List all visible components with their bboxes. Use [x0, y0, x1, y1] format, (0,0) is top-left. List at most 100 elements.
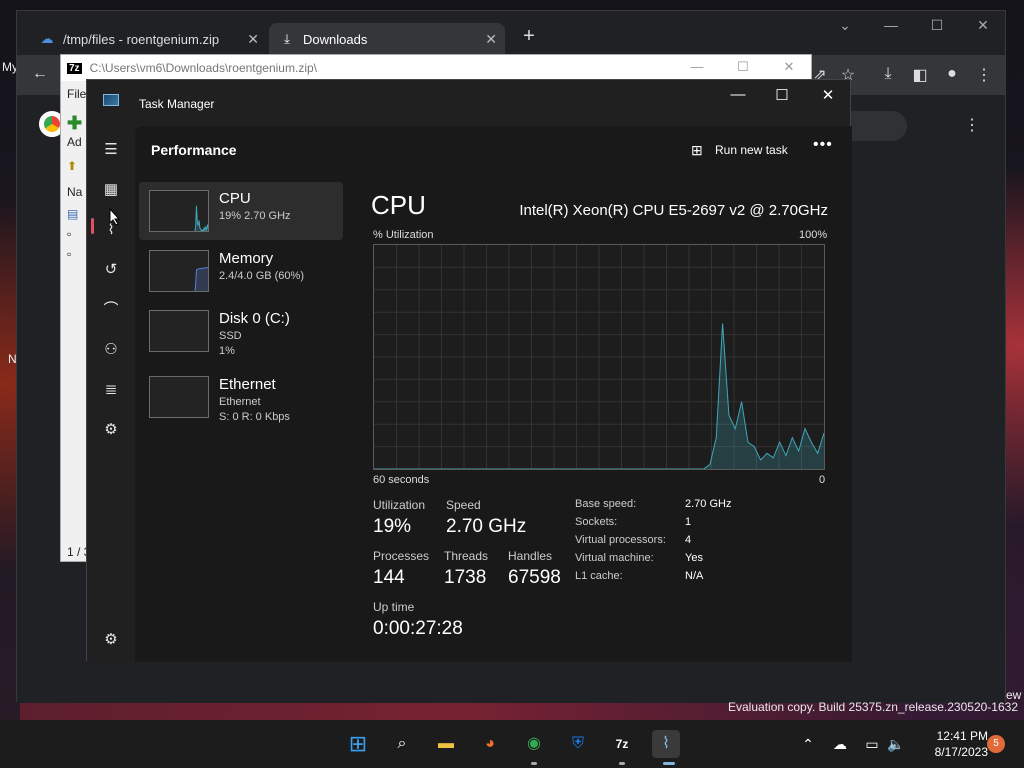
defender-shield-icon[interactable]: ⛨ — [564, 730, 592, 758]
window-title: Task Manager — [139, 97, 215, 111]
running-indicator — [619, 762, 625, 765]
resource-name: Ethernet — [219, 376, 276, 393]
volume-icon[interactable]: 🔈 — [886, 736, 906, 753]
minimize-button[interactable]: — — [723, 86, 753, 103]
nav-selected-indicator — [91, 218, 94, 234]
ethernet-thumbnail-graph — [149, 376, 209, 418]
resource-cpu[interactable]: CPU 19% 2.70 GHz — [139, 182, 343, 240]
settings-gear-icon[interactable]: ⚙ — [99, 628, 123, 652]
detail-key: Virtual processors: — [575, 534, 666, 546]
processes-label: Processes — [373, 549, 430, 563]
speed-value: 2.70 GHz — [446, 516, 527, 537]
close-tab-icon[interactable]: ✕ — [247, 31, 259, 48]
hamburger-menu-icon[interactable]: ☰ — [99, 138, 123, 162]
graph-title: % Utilization — [373, 229, 434, 241]
cpu-heading: CPU — [371, 190, 426, 220]
file-icon[interactable]: ▫ — [67, 227, 71, 241]
speed-label: Speed — [446, 498, 481, 512]
archive-path: C:\Users\vm6\Downloads\roentgenium.zip\ — [89, 61, 317, 75]
details-list-icon[interactable]: ≣ — [99, 378, 123, 402]
resource-detail: 2.4/4.0 GB (60%) — [219, 270, 304, 282]
more-options-icon[interactable]: ••• — [813, 136, 833, 154]
7zip-icon[interactable]: 7z — [608, 730, 636, 758]
add-label[interactable]: Ad — [67, 135, 82, 149]
add-icon[interactable]: ✚ — [67, 113, 82, 134]
start-windows-icon[interactable]: ⊞ — [344, 730, 372, 758]
profile-icon[interactable]: ● — [941, 65, 963, 83]
close-tab-icon[interactable]: ✕ — [485, 31, 497, 48]
resource-ethernet[interactable]: Ethernet Ethernet S: 0 R: 0 Kbps — [139, 368, 343, 426]
services-icon[interactable]: ⚙ — [99, 418, 123, 442]
maximize-button[interactable]: ☐ — [925, 17, 949, 34]
evaluation-watermark: Evaluation copy. Build 25375.zn_release.… — [728, 700, 1018, 714]
resource-detail: Ethernet — [219, 396, 261, 408]
threads-label: Threads — [444, 549, 489, 563]
kebab-menu-icon[interactable]: ⋮ — [973, 65, 995, 85]
chevron-up-icon[interactable]: ⌃ — [798, 736, 818, 753]
performance-pane: Performance ⊞ Run new task ••• CPU 19% 2… — [135, 126, 852, 662]
detail-key: L1 cache: — [575, 570, 623, 582]
active-indicator — [663, 762, 675, 765]
graph-timespan: 60 seconds — [373, 474, 430, 486]
resource-disk[interactable]: Disk 0 (C:) SSD 1% — [139, 302, 343, 360]
resource-memory[interactable]: Memory 2.4/4.0 GB (60%) — [139, 242, 343, 300]
menu-file[interactable]: File — [67, 87, 86, 101]
file-explorer-icon[interactable]: ▬ — [432, 730, 460, 758]
resource-name: Memory — [219, 250, 274, 267]
folder-up-icon[interactable]: ⬆ — [67, 159, 77, 173]
network-icon[interactable]: ▭ — [862, 736, 882, 753]
back-arrow-icon[interactable]: ← — [29, 65, 51, 83]
detail-value: 4 — [685, 534, 692, 546]
close-button[interactable]: ✕ — [777, 59, 801, 75]
disk-thumbnail-graph — [149, 310, 209, 352]
resource-name: Disk 0 (C:) — [219, 310, 290, 327]
column-header-name[interactable]: Na — [67, 185, 82, 199]
notification-badge[interactable]: 5 — [987, 735, 1005, 753]
resource-detail: SSD — [219, 330, 242, 342]
resource-name: CPU — [219, 190, 251, 207]
close-button[interactable]: ✕ — [971, 17, 995, 34]
firefox-icon[interactable]: ◕ — [476, 730, 504, 758]
browser-tab-files[interactable]: ☁ /tmp/files - roentgenium.zip ✕ — [29, 23, 267, 55]
taskbar: ⊞ ⌕ ▬ ◕ ◉ ⛨ 7z ⌇ ⌃ ☁ ▭ 🔈 12:41 PM 8/17/2… — [0, 720, 1024, 768]
detail-value: N/A — [685, 570, 704, 582]
onedrive-icon[interactable]: ☁ — [830, 736, 850, 753]
cloud-icon: ☁ — [40, 31, 54, 46]
maximize-button[interactable]: ☐ — [767, 86, 797, 104]
run-task-icon: ⊞ — [691, 141, 703, 158]
graph-max: 100% — [799, 229, 828, 241]
new-tab-button[interactable]: + — [517, 25, 541, 48]
kebab-menu-icon[interactable]: ⋮ — [961, 115, 983, 135]
minimize-button[interactable]: — — [879, 17, 903, 33]
mouse-cursor-icon — [109, 207, 121, 226]
chevron-down-icon[interactable]: ⌄ — [833, 17, 857, 34]
resource-detail: 1% — [219, 345, 235, 357]
app-history-icon[interactable]: ↺ — [99, 258, 123, 282]
download-icon[interactable]: ⤓ — [877, 65, 899, 83]
task-manager-icon[interactable]: ⌇ — [652, 730, 680, 758]
run-new-task-label: Run new task — [715, 143, 788, 157]
page-title: Performance — [151, 142, 237, 158]
minimize-button[interactable]: — — [685, 59, 709, 74]
7zip-logo-icon: 7z — [67, 62, 82, 74]
processes-icon[interactable]: ▦ — [99, 178, 123, 202]
file-icon[interactable]: ▫ — [67, 247, 71, 261]
cpu-utilization-graph — [373, 244, 825, 470]
run-new-task-button[interactable]: ⊞ Run new task — [691, 138, 788, 162]
processes-value: 144 — [373, 567, 405, 588]
clock-date: 8/17/2023 — [934, 745, 988, 759]
detail-key: Virtual machine: — [575, 552, 654, 564]
startup-apps-icon[interactable]: ⌒ — [99, 298, 123, 322]
chrome-icon[interactable]: ◉ — [520, 730, 548, 758]
search-icon[interactable]: ⌕ — [388, 730, 416, 758]
file-icon[interactable]: ▤ — [67, 207, 78, 221]
close-button[interactable]: ✕ — [813, 86, 843, 104]
task-manager-app-icon — [103, 94, 119, 106]
browser-tab-downloads[interactable]: ⤓ Downloads ✕ — [269, 23, 505, 55]
clock[interactable]: 12:41 PM 8/17/2023 — [916, 728, 988, 760]
sidebar-icon[interactable]: ◧ — [909, 65, 931, 85]
users-icon[interactable]: ⚇ — [99, 338, 123, 362]
memory-thumbnail-svg — [194, 267, 208, 291]
handles-value: 67598 — [508, 567, 561, 588]
maximize-button[interactable]: ☐ — [731, 59, 755, 75]
